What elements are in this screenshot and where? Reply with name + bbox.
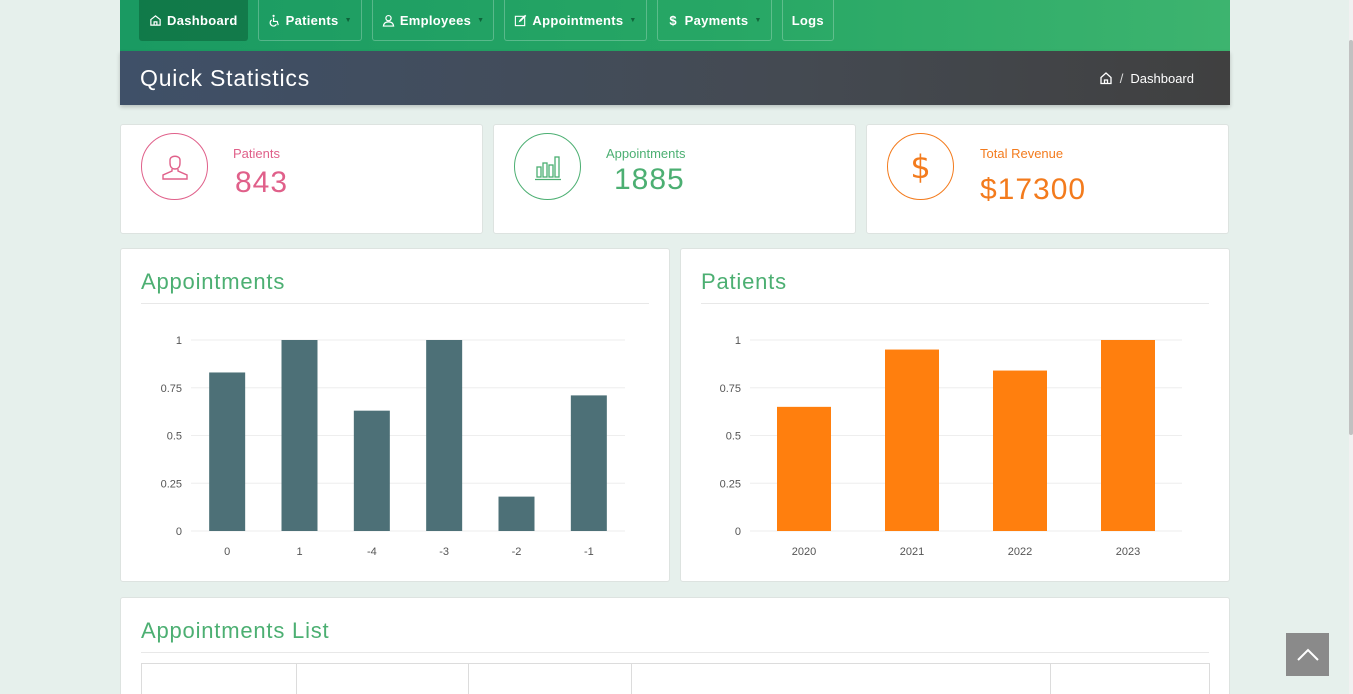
breadcrumb: / Dashboard	[1099, 71, 1194, 86]
column-header-patient[interactable]: Patient	[295, 663, 469, 694]
bar-chart-icon	[534, 155, 561, 180]
bar[interactable]	[209, 372, 246, 531]
caret-down-icon: ▼	[344, 16, 352, 24]
appointments-bar-chart: 0 0.25 0.5 0.75 1 0 1 -4 -3 -2 -1	[161, 335, 625, 558]
stat-label-patients: Patients	[233, 146, 280, 161]
user-icon	[382, 14, 395, 27]
column-header-status[interactable]: Status	[1050, 663, 1210, 694]
stats-row: Patients 843 Appointments 1885 $ Total R…	[120, 124, 1230, 234]
x-tick-label: 2020	[792, 546, 816, 558]
table-header-row: Phone Patient Doctor Appointment Time Sl…	[141, 663, 1210, 694]
bar[interactable]	[885, 349, 939, 531]
y-tick-label: 0.25	[161, 478, 182, 490]
y-tick-label: 0.25	[720, 478, 741, 490]
revenue-icon-circle: $	[887, 133, 954, 200]
divider	[141, 652, 1209, 653]
wheelchair-icon	[269, 14, 279, 27]
x-tick-label: 2023	[1116, 546, 1140, 558]
y-tick-label: 1	[176, 335, 182, 347]
bar[interactable]	[426, 340, 463, 531]
nav-appointments[interactable]: Appointments ▼	[504, 0, 647, 41]
appointments-icon-circle	[514, 133, 581, 200]
scroll-to-top-button[interactable]	[1286, 633, 1329, 676]
x-tick-label: -3	[439, 546, 449, 558]
home-icon[interactable]	[1099, 71, 1113, 85]
nav-payments[interactable]: $ Payments ▼	[656, 0, 772, 41]
caret-down-icon: ▼	[477, 16, 485, 24]
stat-card-revenue: $ Total Revenue $17300	[866, 124, 1229, 234]
stat-value-revenue: $17300	[980, 173, 1087, 206]
nav-patients[interactable]: Patients ▼	[257, 0, 362, 41]
patients-icon-circle	[141, 133, 208, 200]
appointments-chart-card: Appointments 0 0.25 0.5 0.75 1 0 1 -4 -3 -2 -1	[120, 248, 670, 582]
y-tick-label: 0	[176, 526, 182, 538]
bar[interactable]	[570, 395, 607, 531]
nav-employees[interactable]: Employees ▼	[371, 0, 495, 41]
y-tick-label: 1	[735, 335, 741, 347]
nav-dashboard[interactable]: Dashboard	[139, 0, 248, 41]
edit-icon	[515, 14, 527, 26]
dollar-icon: $	[669, 12, 677, 28]
x-tick-label: 2021	[900, 546, 924, 558]
x-tick-label: 2022	[1008, 546, 1032, 558]
bar[interactable]	[1101, 340, 1155, 531]
page-container: Dashboard Patients ▼ Employees ▼ Appoint…	[120, 0, 1230, 694]
y-tick-label: 0	[735, 526, 741, 538]
x-tick-label: -2	[512, 546, 522, 558]
stat-value-patients: 843	[235, 166, 289, 199]
stat-card-appointments: Appointments 1885	[493, 124, 856, 234]
patients-bar-chart: 0 0.25 0.5 0.75 1 2020 2021 2022 2023	[720, 335, 1182, 558]
caret-down-icon: ▼	[754, 16, 762, 24]
page-scrollbar-thumb[interactable]	[1349, 40, 1353, 435]
home-icon	[150, 14, 161, 26]
top-navbar: Dashboard Patients ▼ Employees ▼ Appoint…	[120, 0, 1230, 51]
appointments-list-title: Appointments List	[141, 618, 330, 643]
nav-dashboard-label: Dashboard	[167, 12, 238, 28]
appointments-table: Phone Patient Doctor Appointment Time Sl…	[141, 663, 1210, 694]
user-icon	[161, 155, 188, 180]
column-header-phone[interactable]: Phone	[141, 663, 297, 694]
x-tick-label: 0	[224, 546, 230, 558]
nav-patients-label: Patients	[285, 12, 339, 28]
caret-down-icon: ▼	[629, 16, 637, 24]
stat-label-appointments: Appointments	[606, 146, 686, 161]
dollar-icon: $	[910, 147, 931, 186]
x-tick-label: -4	[367, 546, 377, 558]
nav-payments-label: Payments	[684, 12, 749, 28]
patients-chart-card: Patients 0 0.25 0.5 0.75 1 2020 2021 2022 2023	[680, 248, 1230, 582]
x-tick-label: 1	[296, 546, 302, 558]
bar[interactable]	[993, 370, 1047, 531]
stat-card-patients: Patients 843	[120, 124, 483, 234]
nav-employees-label: Employees	[399, 12, 472, 28]
column-header-time-slot[interactable]: Appointment Time Slot	[630, 663, 1052, 694]
nav-logs[interactable]: Logs	[781, 0, 834, 41]
bar[interactable]	[353, 410, 390, 531]
stat-label-revenue: Total Revenue	[980, 146, 1064, 161]
column-header-doctor[interactable]: Doctor	[467, 663, 632, 694]
bar[interactable]	[498, 496, 535, 531]
page-title: Quick Statistics	[140, 64, 311, 91]
breadcrumb-current: Dashboard	[1130, 70, 1194, 86]
y-tick-label: 0.75	[161, 383, 182, 395]
chevron-up-icon	[1296, 648, 1319, 661]
x-tick-label: -1	[584, 546, 594, 558]
y-tick-label: 0.75	[720, 383, 741, 395]
bar[interactable]	[777, 406, 831, 531]
nav-appointments-label: Appointments	[532, 12, 624, 28]
breadcrumb-separator: /	[1119, 70, 1124, 86]
bar[interactable]	[281, 340, 318, 531]
appointments-list-card: Appointments List Phone Patient Doctor A…	[120, 597, 1230, 694]
stat-value-appointments: 1885	[614, 163, 685, 196]
page-header: Quick Statistics / Dashboard	[120, 51, 1230, 105]
nav-logs-label: Logs	[791, 12, 824, 28]
y-tick-label: 0.5	[726, 431, 741, 443]
y-tick-label: 0.5	[167, 431, 182, 443]
